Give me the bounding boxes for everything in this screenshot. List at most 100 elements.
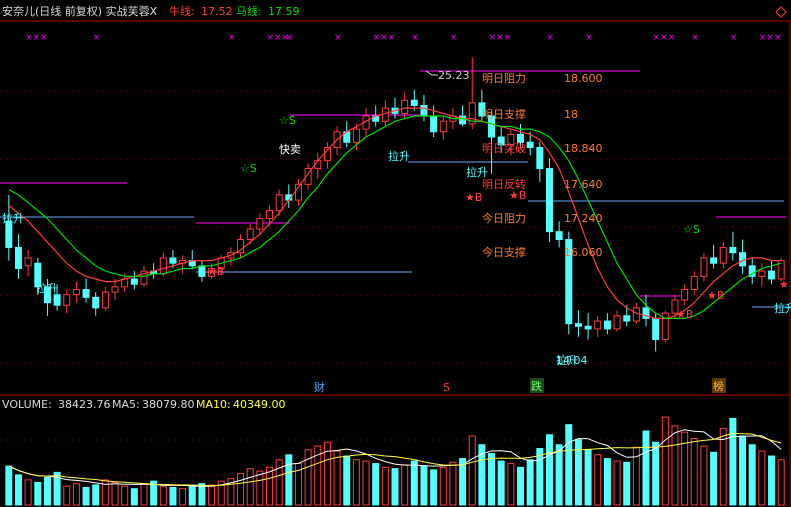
volume-bar xyxy=(92,484,100,506)
candle-body xyxy=(758,270,766,277)
volume-bar xyxy=(34,481,42,506)
volume-bar xyxy=(507,463,515,506)
volume-bar xyxy=(188,485,196,506)
candle-body xyxy=(111,286,119,293)
signal-marker-row: ××× × × ×××× × ××× × × ××× × × ××× × × ××× xyxy=(25,33,781,43)
ma10-label: MA10: xyxy=(196,398,231,411)
ma5-label: MA5: xyxy=(112,398,140,411)
horse-line-label: 马线: xyxy=(236,4,262,18)
candle-body xyxy=(169,257,177,264)
candle-body xyxy=(739,252,747,267)
event-s[interactable]: S xyxy=(443,381,450,394)
volume-bar xyxy=(623,461,631,506)
buy-signal-4: ★B xyxy=(676,308,693,321)
tomorrow-support-value: 18 xyxy=(564,108,578,121)
volume-bar xyxy=(710,451,718,506)
candle-body xyxy=(246,228,254,241)
signal-marker: ××× xyxy=(373,33,396,43)
candle-body xyxy=(14,246,22,269)
sell-signal-3: ☆S xyxy=(683,223,700,236)
candle-body xyxy=(92,296,100,309)
signal-marker: ××× xyxy=(489,33,512,43)
candle-body xyxy=(430,115,438,133)
tomorrow-reverse-value: 17.640 xyxy=(564,178,603,191)
volume-bar xyxy=(237,473,245,506)
lashang-label-6: 拉升 xyxy=(774,301,791,315)
lashang-label-5: 拉升 xyxy=(556,353,578,367)
signal-marker: × xyxy=(585,33,593,43)
volume-bars xyxy=(5,416,785,506)
volume-bar xyxy=(758,450,766,506)
ma10-value: 40349.00 xyxy=(233,398,286,411)
signal-marker: ××× xyxy=(25,33,48,43)
kuaimai-label: 快卖 xyxy=(279,143,301,156)
candle-body xyxy=(256,218,264,230)
candle-body xyxy=(410,99,418,106)
candle-body xyxy=(710,257,718,264)
volume-bar xyxy=(430,469,438,506)
volume-bar xyxy=(130,488,138,506)
volume-bar xyxy=(729,417,737,506)
event-die[interactable]: 跌 xyxy=(531,379,542,393)
candle-body xyxy=(690,275,698,290)
volume-bar xyxy=(169,486,177,506)
volume-bar xyxy=(391,468,399,506)
volume-bar xyxy=(768,455,776,506)
candle-body xyxy=(72,288,80,296)
price-grid xyxy=(0,90,791,476)
volume-bar xyxy=(159,485,167,506)
signal-marker: × xyxy=(93,33,101,43)
diamond-icon[interactable] xyxy=(775,6,787,18)
candle-body xyxy=(574,323,582,327)
volume-bar xyxy=(488,453,496,506)
tomorrow-break-label: 明日突破 xyxy=(482,141,526,155)
lashang-label-4: 拉升 xyxy=(466,165,488,179)
volume-bar xyxy=(121,485,129,506)
volume-bar xyxy=(661,416,669,506)
candle-body xyxy=(352,128,360,143)
volume-bar xyxy=(449,461,457,506)
candle-body xyxy=(266,210,273,220)
volume-bar xyxy=(497,460,505,506)
volume-bar xyxy=(5,465,13,506)
candle-body xyxy=(555,231,563,241)
event-bang[interactable]: 榜 xyxy=(713,379,724,393)
tomorrow-resist-label: 明日阻力 xyxy=(482,72,526,85)
volume-bar xyxy=(526,459,534,506)
buy-signal-5: ★B xyxy=(707,289,724,302)
volume-bar xyxy=(381,466,389,506)
candle-body xyxy=(420,104,428,117)
candle-body xyxy=(159,257,167,275)
candle-body xyxy=(652,317,660,340)
volume-bar xyxy=(700,445,708,506)
volume-bar xyxy=(748,444,756,506)
volume-bar xyxy=(362,460,370,506)
buy-signal-2: ★B xyxy=(465,191,482,204)
volume-bar xyxy=(603,458,611,506)
volume-bar xyxy=(613,460,621,506)
volume-bar xyxy=(594,454,602,506)
horse-line-value: 17.59 xyxy=(268,5,300,18)
candle-body xyxy=(584,325,592,330)
today-resist-value: 17.240 xyxy=(564,212,603,225)
volume-bar xyxy=(24,479,32,506)
candle-body xyxy=(613,315,621,330)
volume-bar xyxy=(739,435,747,506)
volume-bar xyxy=(63,485,71,506)
volume-value: 38423.76 xyxy=(58,398,111,411)
candle-body xyxy=(439,120,447,133)
high-price-pointer xyxy=(425,70,438,76)
candle-body xyxy=(719,246,727,264)
candle-body xyxy=(623,315,631,322)
high-price-label: 25.23 xyxy=(438,69,470,82)
bull-line-label: 牛线: xyxy=(169,4,195,18)
volume-bar xyxy=(410,460,418,506)
volume-bar xyxy=(565,424,573,506)
today-support-label: 今日支撑 xyxy=(482,245,526,259)
volume-bar xyxy=(246,468,254,506)
event-finance[interactable]: 财 xyxy=(314,380,325,394)
volume-bar xyxy=(555,444,563,506)
candle-body xyxy=(729,246,737,254)
tomorrow-support-label: 明日支撑 xyxy=(482,107,526,121)
sell-signal-1: ☆S xyxy=(240,162,257,175)
